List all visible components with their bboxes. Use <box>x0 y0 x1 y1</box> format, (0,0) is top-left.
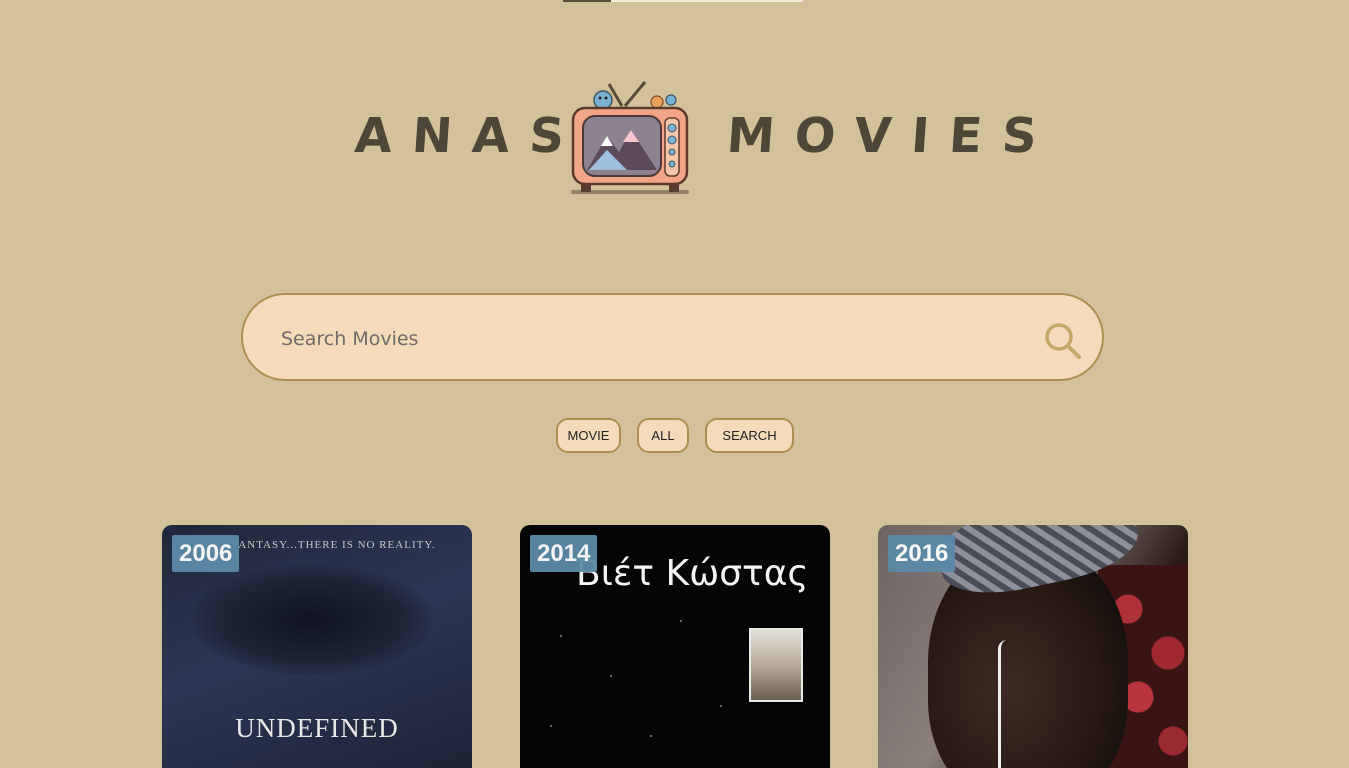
all-filter-button[interactable]: ALL <box>637 418 689 453</box>
scroll-progress-fill <box>563 0 611 2</box>
poster-tagline: FANTASY...THERE IS NO REALITY. <box>232 539 436 551</box>
page: ANAS MOVIES Search Movies MOVIE ALL SEAR… <box>0 0 1349 768</box>
poster-star <box>610 675 612 677</box>
year-badge: 2014 <box>530 535 598 572</box>
poster-star <box>550 725 552 727</box>
poster-artwork <box>192 565 432 675</box>
movie-card[interactable]: 2016 <box>878 525 1188 768</box>
poster-title: UNDEFINED <box>235 713 399 743</box>
logo-text-left: ANAS <box>353 108 587 164</box>
search-input[interactable] <box>279 315 1023 363</box>
movie-filter-button[interactable]: MOVIE <box>556 418 621 453</box>
movie-card[interactable]: FANTASY...THERE IS NO REALITY. UNDEFINED… <box>162 525 472 768</box>
movie-card[interactable]: Βιέτ Κώστας 2014 <box>520 525 830 768</box>
poster-title: Βιέτ Κώστας <box>576 553 809 594</box>
poster-star <box>680 620 682 622</box>
search-bar <box>241 293 1104 381</box>
poster-star <box>560 635 562 637</box>
poster-star <box>720 705 722 707</box>
year-badge: 2006 <box>172 535 240 572</box>
tv-logo-icon <box>571 81 689 194</box>
site-logo[interactable]: ANAS MOVIES <box>353 80 1059 200</box>
poster-earphone <box>998 640 1007 768</box>
search-icon[interactable] <box>1043 321 1083 361</box>
poster-photo <box>749 628 803 702</box>
search-button[interactable]: SEARCH <box>705 418 794 453</box>
scroll-progress <box>563 0 803 2</box>
logo-text-right: MOVIES <box>725 108 1059 164</box>
year-badge: 2016 <box>888 535 956 572</box>
poster-star <box>650 735 652 737</box>
